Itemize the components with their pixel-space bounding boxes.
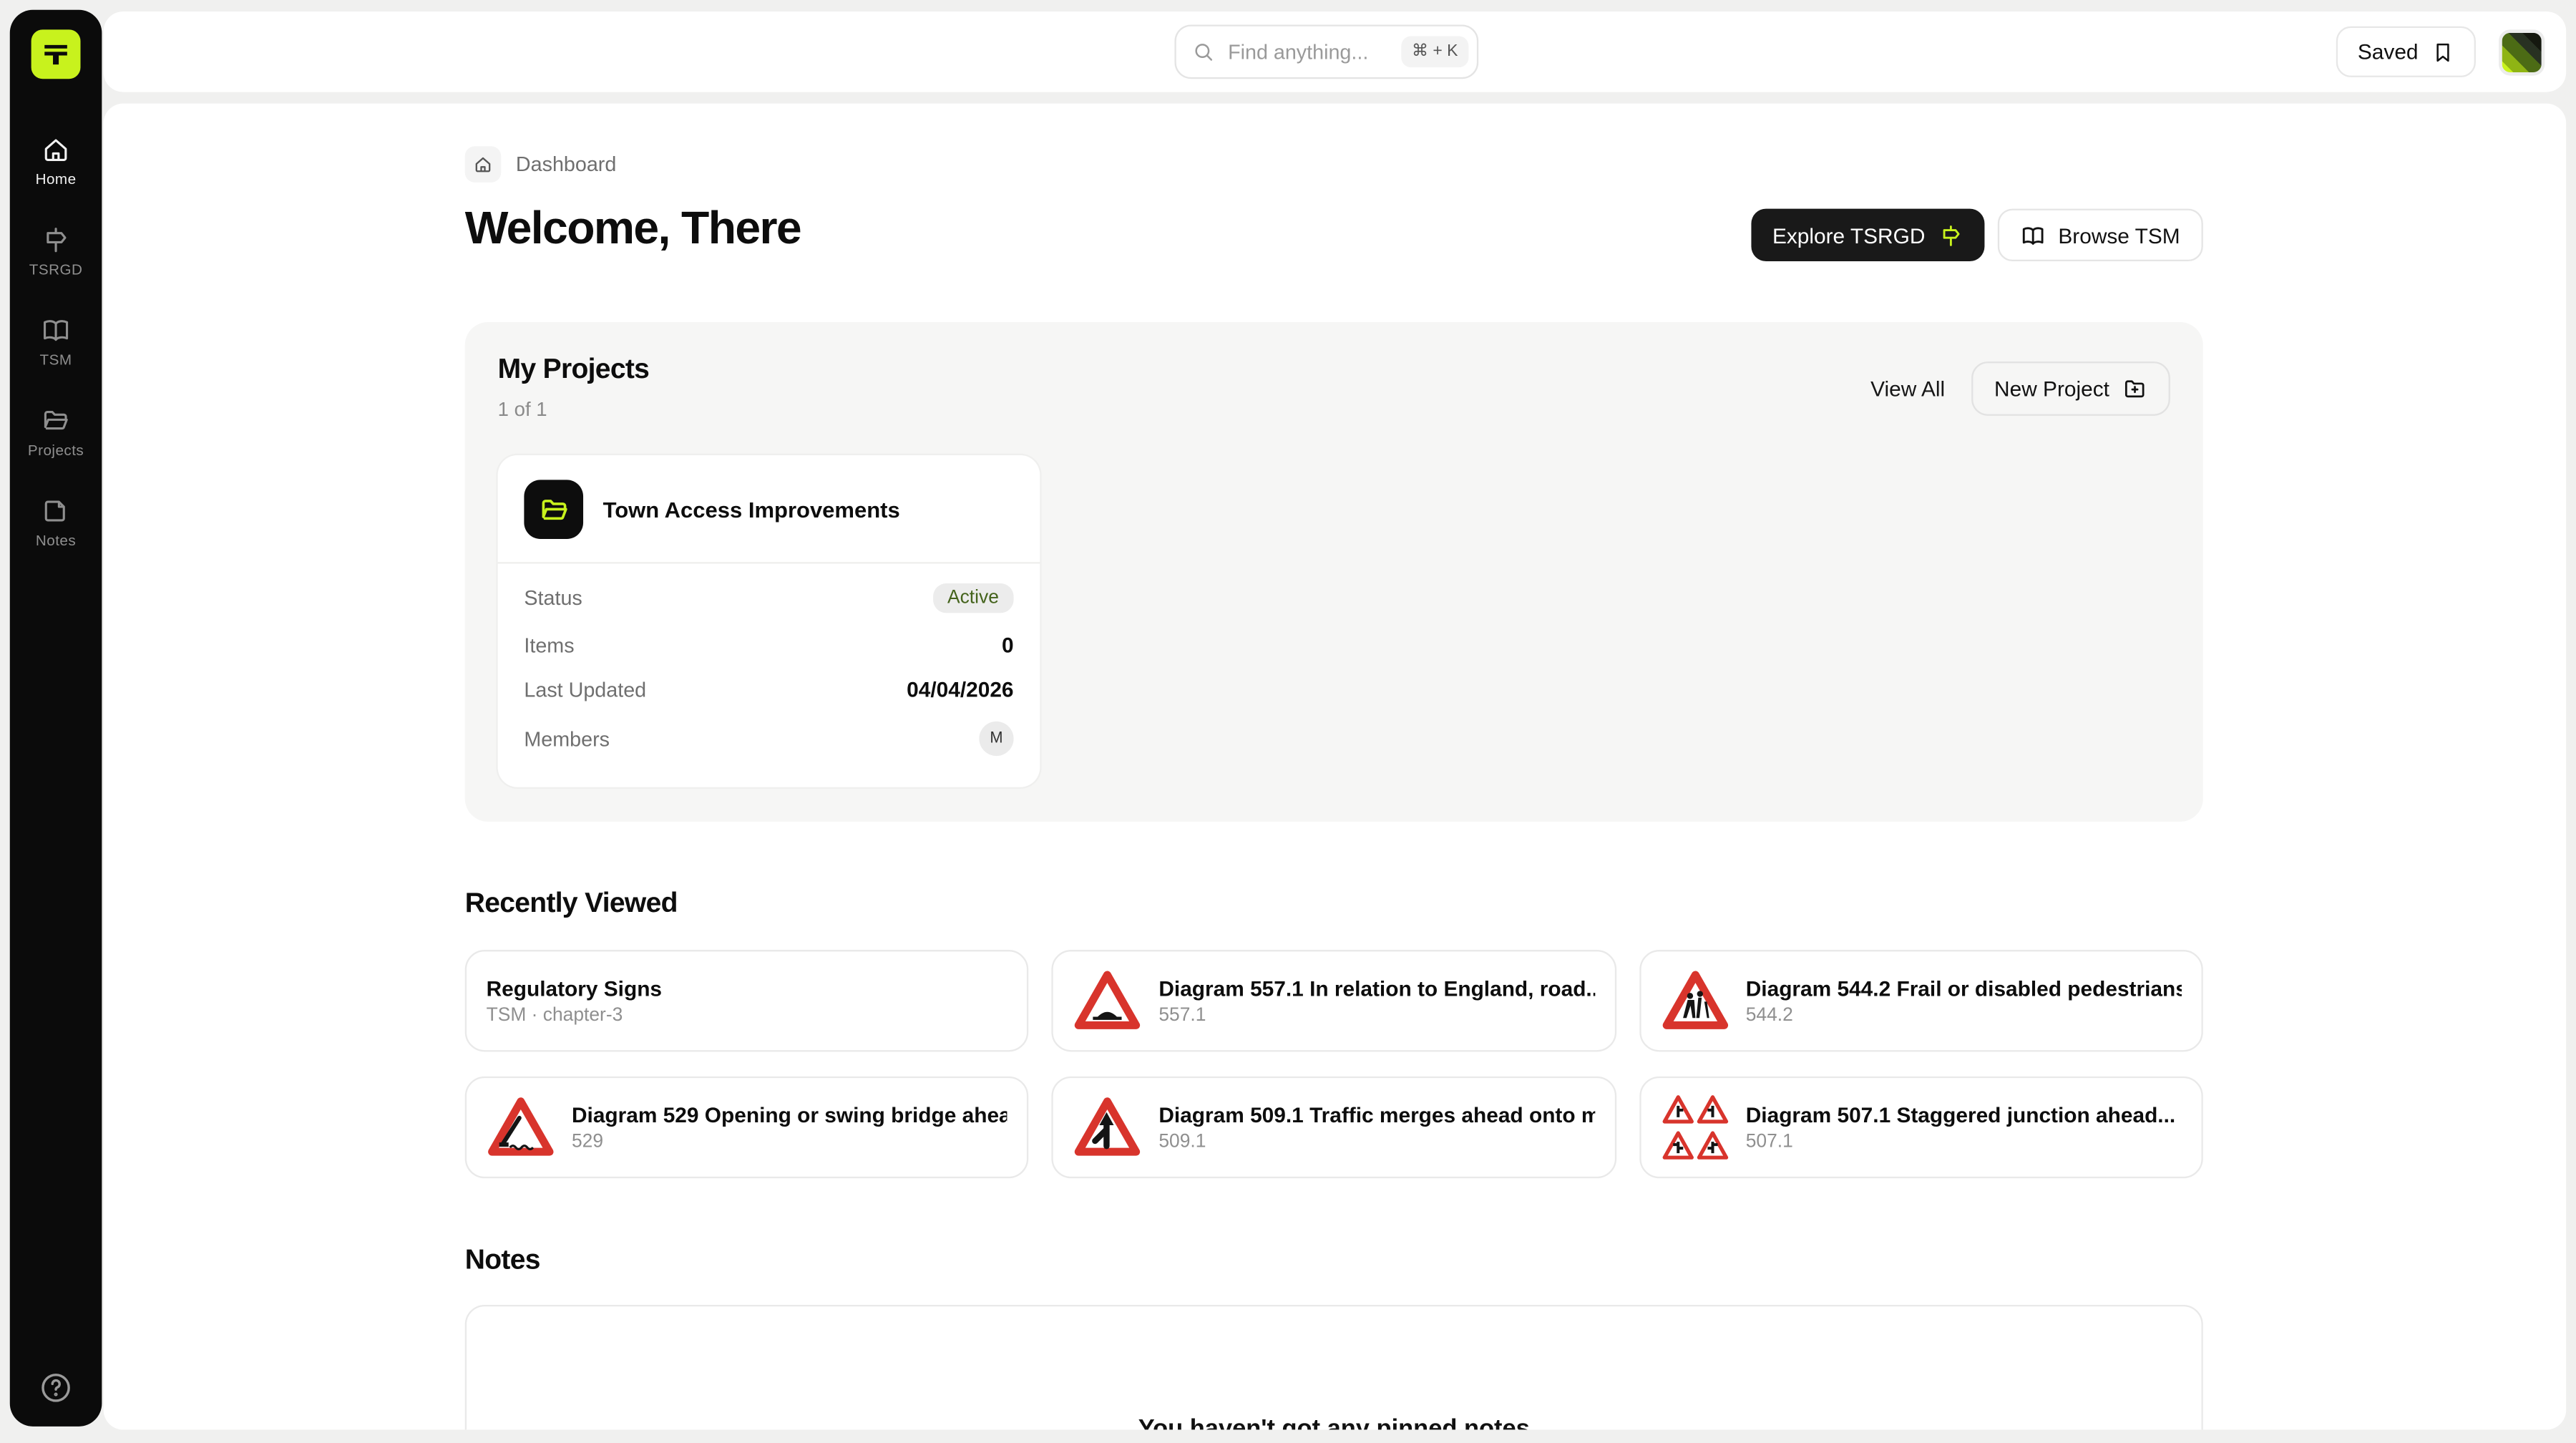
topbar: ⌘ + K Saved: [104, 11, 2567, 92]
sidebar-item-label: TSM: [40, 351, 72, 368]
bookmark-icon: [2431, 40, 2454, 63]
open-book-icon: [41, 316, 70, 345]
sidebar-item-label: Notes: [36, 533, 76, 549]
notes-empty-title: You haven't got any pinned notes: [1138, 1415, 1530, 1430]
view-all-link[interactable]: View All: [1870, 376, 1945, 401]
open-book-icon: [2021, 223, 2045, 247]
recently-viewed-grid: Regulatory Signs TSM · chapter-3 Diagram…: [465, 950, 2203, 1178]
my-projects-title: My Projects: [498, 354, 650, 387]
sidebar-item-tsrgd[interactable]: TSRGD: [10, 225, 102, 278]
help-button[interactable]: [39, 1371, 73, 1405]
search-shortcut-hint: ⌘ + K: [1402, 37, 1468, 68]
search-input[interactable]: [1224, 39, 1390, 65]
sidebar-nav: Home TSRGD TSM: [10, 135, 102, 549]
recent-card-title: Diagram 529 Opening or swing bridge ahea…: [572, 1103, 1008, 1127]
sidebar-item-home[interactable]: Home: [10, 135, 102, 187]
project-tile: [524, 480, 583, 539]
divider: [498, 562, 1040, 563]
updated-value: 04/04/2026: [907, 677, 1013, 701]
saved-button-label: Saved: [2358, 39, 2419, 64]
recent-card-subtitle: 557.1: [1158, 1006, 1594, 1026]
recent-card-557-1[interactable]: Diagram 557.1 In relation to England, ro…: [1052, 950, 1616, 1051]
items-value: 0: [1002, 633, 1014, 657]
warning-sign-staggered-junction-icon: [1660, 1093, 1729, 1162]
recent-card-title: Diagram 507.1 Staggered junction ahead..…: [1746, 1103, 2175, 1127]
recent-card-regulatory-signs[interactable]: Regulatory Signs TSM · chapter-3: [465, 950, 1029, 1051]
project-status-row: Status Active: [524, 573, 1013, 623]
breadcrumb: Dashboard: [465, 146, 2203, 183]
notes-title: Notes: [465, 1244, 2203, 1277]
items-label: Items: [524, 633, 574, 656]
project-card[interactable]: Town Access Improvements Status Active I…: [498, 455, 1040, 787]
folder-open-icon: [538, 494, 570, 525]
members-label: Members: [524, 727, 610, 750]
search-icon: [1192, 41, 1214, 62]
breadcrumb-label: Dashboard: [516, 153, 616, 176]
folder-open-icon: [41, 406, 70, 435]
warning-sign-frail-pedestrians-icon: [1660, 966, 1729, 1035]
recent-card-subtitle: 529: [572, 1132, 1008, 1152]
sidebar: Home TSRGD TSM: [10, 10, 102, 1427]
recent-card-subtitle: TSM · chapter-3: [487, 1006, 662, 1026]
main-panel: Dashboard Welcome, There Explore TSRGD: [104, 104, 2567, 1430]
project-name: Town Access Improvements: [603, 497, 900, 522]
signpost-icon: [1938, 223, 1963, 247]
saved-button[interactable]: Saved: [2336, 26, 2476, 77]
recent-card-subtitle: 544.2: [1746, 1006, 2182, 1026]
project-updated-row: Last Updated 04/04/2026: [524, 667, 1013, 711]
user-avatar[interactable]: [2499, 29, 2545, 74]
folder-plus-icon: [2122, 376, 2147, 401]
project-items-row: Items 0: [524, 623, 1013, 667]
browse-tsm-label: Browse TSM: [2058, 223, 2180, 247]
explore-tsrgd-label: Explore TSRGD: [1772, 223, 1925, 247]
recent-card-subtitle: 507.1: [1746, 1132, 2175, 1152]
recently-viewed-title: Recently Viewed: [465, 888, 2203, 920]
recent-card-subtitle: 509.1: [1158, 1132, 1594, 1152]
sidebar-item-label: Home: [36, 171, 77, 188]
home-icon: [41, 135, 70, 164]
page-title: Welcome, There: [465, 202, 801, 254]
recent-card-529[interactable]: Diagram 529 Opening or swing bridge ahea…: [465, 1077, 1029, 1178]
warning-sign-swing-bridge-icon: [487, 1093, 555, 1162]
sidebar-item-notes[interactable]: Notes: [10, 496, 102, 548]
warning-sign-traffic-merges-icon: [1073, 1093, 1142, 1162]
status-label: Status: [524, 587, 582, 610]
sidebar-item-label: TSRGD: [29, 261, 83, 278]
updated-label: Last Updated: [524, 678, 646, 701]
topbar-actions: Saved: [2336, 26, 2545, 77]
app-window: Home TSRGD TSM: [0, 0, 2576, 1443]
recent-card-title: Diagram 544.2 Frail or disabled pedestri…: [1746, 976, 2182, 1001]
brand-logo[interactable]: [31, 29, 81, 79]
my-projects-panel: My Projects 1 of 1 View All New Project: [465, 322, 2203, 822]
recent-card-509-1[interactable]: Diagram 509.1 Traffic merges ahead onto …: [1052, 1077, 1616, 1178]
page-header: Welcome, There Explore TSRGD: [465, 202, 2203, 261]
member-avatar: M: [979, 722, 1013, 756]
my-projects-count: 1 of 1: [498, 398, 650, 421]
note-file-icon: [41, 496, 70, 525]
notes-panel: You haven't got any pinned notes Pin a n…: [465, 1305, 2203, 1429]
recent-card-544-2[interactable]: Diagram 544.2 Frail or disabled pedestri…: [1639, 950, 2203, 1051]
recent-card-title: Diagram 509.1 Traffic merges ahead onto …: [1158, 1103, 1594, 1127]
recent-card-title: Regulatory Signs: [487, 976, 662, 1001]
help-icon: [39, 1371, 73, 1405]
new-project-label: New Project: [1994, 376, 2109, 401]
house-icon: [473, 155, 493, 175]
breadcrumb-home-button[interactable]: [465, 146, 502, 183]
sidebar-item-label: Projects: [28, 442, 84, 459]
search-field[interactable]: ⌘ + K: [1174, 24, 1478, 79]
browse-tsm-button[interactable]: Browse TSM: [1997, 209, 2202, 261]
recent-card-title: Diagram 557.1 In relation to England, ro…: [1158, 976, 1594, 1001]
signpost-icon: [41, 225, 70, 255]
recent-card-507-1[interactable]: Diagram 507.1 Staggered junction ahead..…: [1639, 1077, 2203, 1178]
sidebar-item-projects[interactable]: Projects: [10, 406, 102, 458]
explore-tsrgd-button[interactable]: Explore TSRGD: [1751, 209, 1984, 261]
warning-sign-road-hump-icon: [1073, 966, 1142, 1035]
status-badge: Active: [932, 583, 1013, 613]
brand-logo-icon: [39, 38, 72, 71]
sidebar-item-tsm[interactable]: TSM: [10, 316, 102, 368]
new-project-button[interactable]: New Project: [1971, 361, 2170, 416]
project-members-row: Members M: [524, 711, 1013, 766]
